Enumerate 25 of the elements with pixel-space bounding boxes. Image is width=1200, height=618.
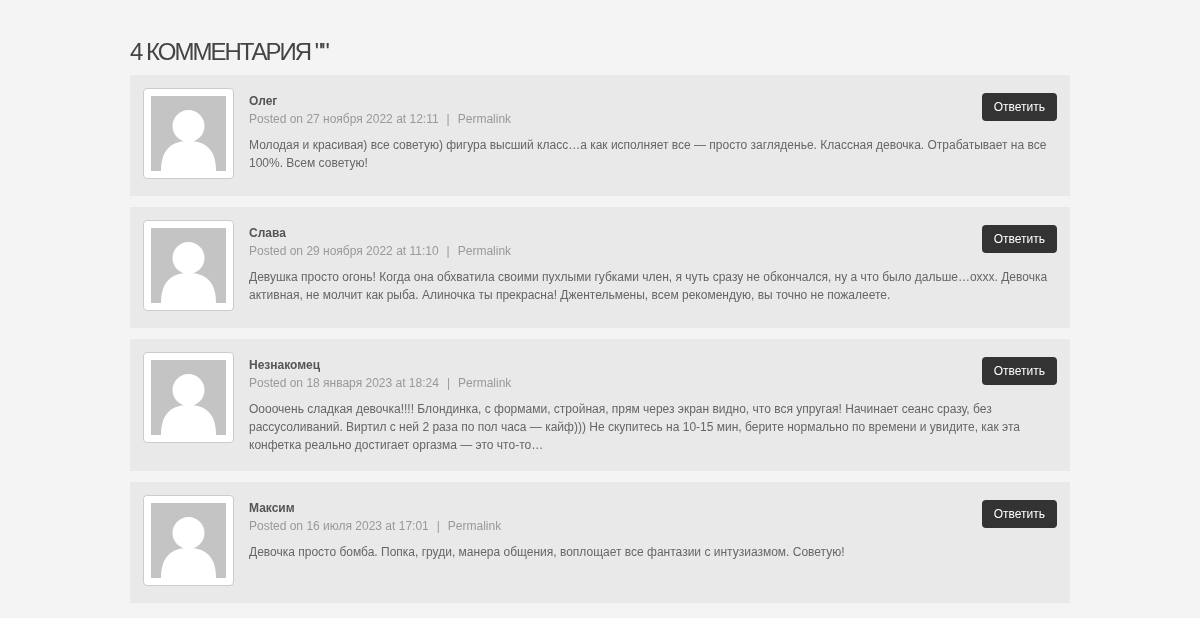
post-date: Posted on 27 ноября 2022 at 12:11 xyxy=(249,112,439,127)
avatar-icon xyxy=(143,352,234,443)
reply-button[interactable]: Ответить xyxy=(981,225,1057,253)
comment-text: Девушка просто огонь! Когда она обхватила своими пухлыми губками член, я чуть сразу не обкончался, ну а что было дальше…оххх. Девочка активная, не молчит как рыба. Алиночка ты прекрасна! Джентельмены, всем рекомендую, вы точно не пожалеете. xyxy=(249,269,1049,304)
avatar-icon xyxy=(143,495,234,586)
comment-text: Девочка просто бомба. Попка, груди, манера общения, воплощает все фантазии с интузиазмом. Советую! xyxy=(249,544,846,561)
reply-button[interactable]: Ответить xyxy=(981,93,1057,121)
comment-text: Оооочень сладкая девочка!!!! Блондинка, с формами, стройная, прям через экран видно, что вся упругая! Начинает сеанс сразу, без рассусоливаний. Виртил с ней 2 раза по пол часа — кайф))) Не скупитесь на 10-15 мин, берите нормально по времени и увидите, как эта конфетка реально достигает оргазма — это что-то… xyxy=(249,401,1021,454)
avatar-icon xyxy=(143,220,234,311)
reply-button[interactable]: Ответить xyxy=(981,500,1057,528)
author-name: Максим xyxy=(249,501,296,516)
post-date: Posted on 29 ноября 2022 at 11:10 xyxy=(249,244,439,259)
avatar-icon xyxy=(143,88,234,179)
post-date: Posted on 18 января 2023 at 18:24 xyxy=(249,376,439,391)
meta-separator: | xyxy=(436,519,440,534)
section-heading: 4 КОММЕНТАРИЯ "" xyxy=(130,38,330,66)
author-name: Олег xyxy=(249,94,279,109)
reply-button[interactable]: Ответить xyxy=(981,357,1057,385)
comment-text: Молодая и красивая) все советую) фигура высший класс…а как исполняет все — просто загляденье. Классная девочка. Отрабатывает на все 100%. Всем советую! xyxy=(249,137,1048,172)
meta-separator: | xyxy=(446,376,450,391)
author-name: Слава xyxy=(249,226,287,241)
meta-separator: | xyxy=(446,244,450,259)
meta-separator: | xyxy=(446,112,450,127)
author-name: Незнакомец xyxy=(249,358,322,373)
post-date: Posted on 16 июля 2023 at 17:01 xyxy=(249,519,429,534)
